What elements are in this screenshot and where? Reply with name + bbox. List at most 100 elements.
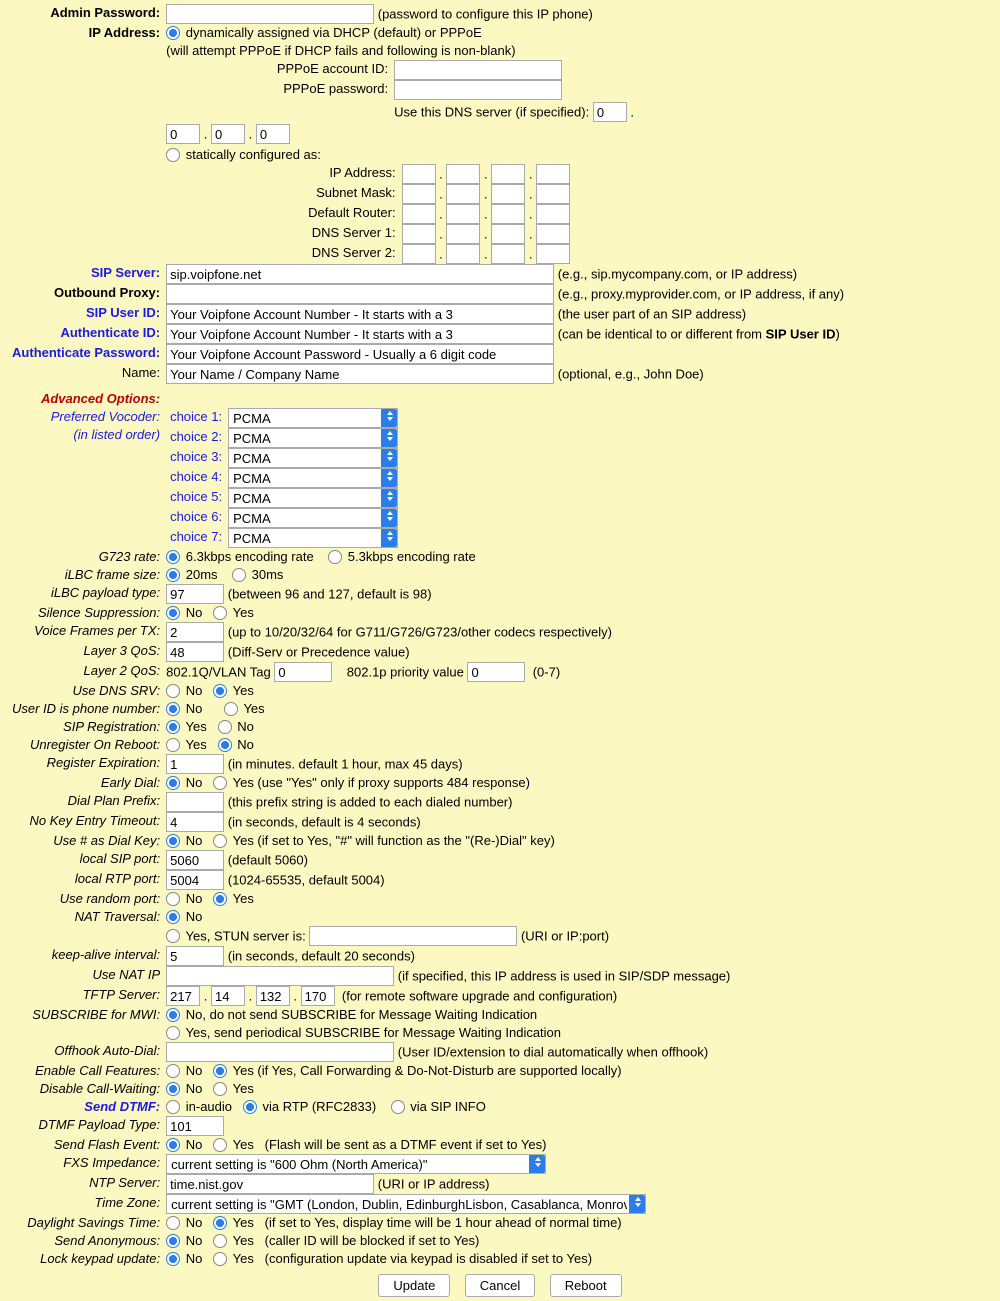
sip-server-input[interactable] xyxy=(166,264,554,284)
dns-octet-1[interactable] xyxy=(593,102,627,122)
tftp-o4[interactable] xyxy=(301,986,335,1006)
tftp-o2[interactable] xyxy=(211,986,245,1006)
callfeat-no-radio[interactable] xyxy=(166,1064,180,1078)
callfeat-yes-radio[interactable] xyxy=(213,1064,227,1078)
ntp-input[interactable] xyxy=(166,1174,374,1194)
no-key-input[interactable] xyxy=(166,812,224,832)
g723-53-radio[interactable] xyxy=(328,550,342,564)
d2-o3[interactable] xyxy=(491,244,525,264)
sip-user-input[interactable] xyxy=(166,304,554,324)
vlan-input[interactable] xyxy=(274,662,332,682)
tz-select[interactable]: current setting is "GMT (London, Dublin,… xyxy=(166,1194,646,1214)
dst-yes-radio[interactable] xyxy=(213,1216,227,1230)
vocoder-choice-5-select[interactable]: PCMA xyxy=(228,488,398,508)
dcw-no-radio[interactable] xyxy=(166,1082,180,1096)
g723-63-radio[interactable] xyxy=(166,550,180,564)
reboot-button[interactable]: Reboot xyxy=(550,1274,622,1297)
d1-o3[interactable] xyxy=(491,224,525,244)
dnssrv-yes-radio[interactable] xyxy=(213,684,227,698)
vocoder-choice-3-select[interactable]: PCMA xyxy=(228,448,398,468)
auth-pw-input[interactable] xyxy=(166,344,554,364)
cancel-button[interactable]: Cancel xyxy=(465,1274,535,1297)
sip-reg-no-radio[interactable] xyxy=(218,720,232,734)
d1-o1[interactable] xyxy=(402,224,436,244)
dst-no-radio[interactable] xyxy=(166,1216,180,1230)
lsip-input[interactable] xyxy=(166,850,224,870)
rand-yes-radio[interactable] xyxy=(213,892,227,906)
unreg-yes-radio[interactable] xyxy=(166,738,180,752)
admin-password-input[interactable] xyxy=(166,4,374,24)
lock-yes-radio[interactable] xyxy=(213,1252,227,1266)
ip-o1[interactable] xyxy=(402,164,436,184)
d2-o1[interactable] xyxy=(402,244,436,264)
priority-input[interactable] xyxy=(467,662,525,682)
name-input[interactable] xyxy=(166,364,554,384)
vocoder-choice-6-select[interactable]: PCMA xyxy=(228,508,398,528)
mwi-no-radio[interactable] xyxy=(166,1008,180,1022)
silence-no-radio[interactable] xyxy=(166,606,180,620)
ip-dhcp-radio[interactable] xyxy=(166,26,180,40)
ilbc-30-radio[interactable] xyxy=(232,568,246,582)
hash-no-radio[interactable] xyxy=(166,834,180,848)
tftp-o3[interactable] xyxy=(256,986,290,1006)
fxs-select[interactable]: current setting is "600 Ohm (North Ameri… xyxy=(166,1154,546,1174)
dnssrv-no-radio[interactable] xyxy=(166,684,180,698)
outbound-input[interactable] xyxy=(166,284,554,304)
anon-yes-radio[interactable] xyxy=(213,1234,227,1248)
offhook-input[interactable] xyxy=(166,1042,394,1062)
pppoe-pw-input[interactable] xyxy=(394,80,562,100)
l3qos-input[interactable] xyxy=(166,642,224,662)
flash-no-radio[interactable] xyxy=(166,1138,180,1152)
dcw-yes-radio[interactable] xyxy=(213,1082,227,1096)
ilbc-pt-input[interactable] xyxy=(166,584,224,604)
mwi-yes-radio[interactable] xyxy=(166,1026,180,1040)
keepalive-input[interactable] xyxy=(166,946,224,966)
uid-phone-yes-radio[interactable] xyxy=(224,702,238,716)
early-yes-radio[interactable] xyxy=(213,776,227,790)
d1-o4[interactable] xyxy=(536,224,570,244)
ip-o3[interactable] xyxy=(491,164,525,184)
sip-reg-yes-radio[interactable] xyxy=(166,720,180,734)
update-button[interactable]: Update xyxy=(378,1274,450,1297)
sn-o2[interactable] xyxy=(446,184,480,204)
d2-o2[interactable] xyxy=(446,244,480,264)
dtmf-sip-radio[interactable] xyxy=(391,1100,405,1114)
dns-o4[interactable] xyxy=(256,124,290,144)
sn-o1[interactable] xyxy=(402,184,436,204)
sn-o4[interactable] xyxy=(536,184,570,204)
early-no-radio[interactable] xyxy=(166,776,180,790)
rand-no-radio[interactable] xyxy=(166,892,180,906)
tftp-o1[interactable] xyxy=(166,986,200,1006)
vocoder-choice-7-select[interactable]: PCMA xyxy=(228,528,398,548)
reg-exp-input[interactable] xyxy=(166,754,224,774)
nat-no-radio[interactable] xyxy=(166,910,180,924)
dns-o3[interactable] xyxy=(211,124,245,144)
vocoder-choice-1-select[interactable]: PCMA xyxy=(228,408,398,428)
lrtp-input[interactable] xyxy=(166,870,224,890)
vftx-input[interactable] xyxy=(166,622,224,642)
uid-phone-no-radio[interactable] xyxy=(166,702,180,716)
ip-o4[interactable] xyxy=(536,164,570,184)
stun-input[interactable] xyxy=(309,926,517,946)
rt-o1[interactable] xyxy=(402,204,436,224)
vocoder-choice-2-select[interactable]: PCMA xyxy=(228,428,398,448)
unreg-no-radio[interactable] xyxy=(218,738,232,752)
d2-o4[interactable] xyxy=(536,244,570,264)
dtmf-audio-radio[interactable] xyxy=(166,1100,180,1114)
auth-id-input[interactable] xyxy=(166,324,554,344)
flash-yes-radio[interactable] xyxy=(213,1138,227,1152)
rt-o4[interactable] xyxy=(536,204,570,224)
ip-o2[interactable] xyxy=(446,164,480,184)
ip-static-radio[interactable] xyxy=(166,148,180,162)
anon-no-radio[interactable] xyxy=(166,1234,180,1248)
rt-o3[interactable] xyxy=(491,204,525,224)
ilbc-20-radio[interactable] xyxy=(166,568,180,582)
lock-no-radio[interactable] xyxy=(166,1252,180,1266)
pppoe-id-input[interactable] xyxy=(394,60,562,80)
d1-o2[interactable] xyxy=(446,224,480,244)
hash-yes-radio[interactable] xyxy=(213,834,227,848)
use-nat-ip-input[interactable] xyxy=(166,966,394,986)
dtmf-rtp-radio[interactable] xyxy=(243,1100,257,1114)
nat-yes-radio[interactable] xyxy=(166,929,180,943)
dns-o2[interactable] xyxy=(166,124,200,144)
